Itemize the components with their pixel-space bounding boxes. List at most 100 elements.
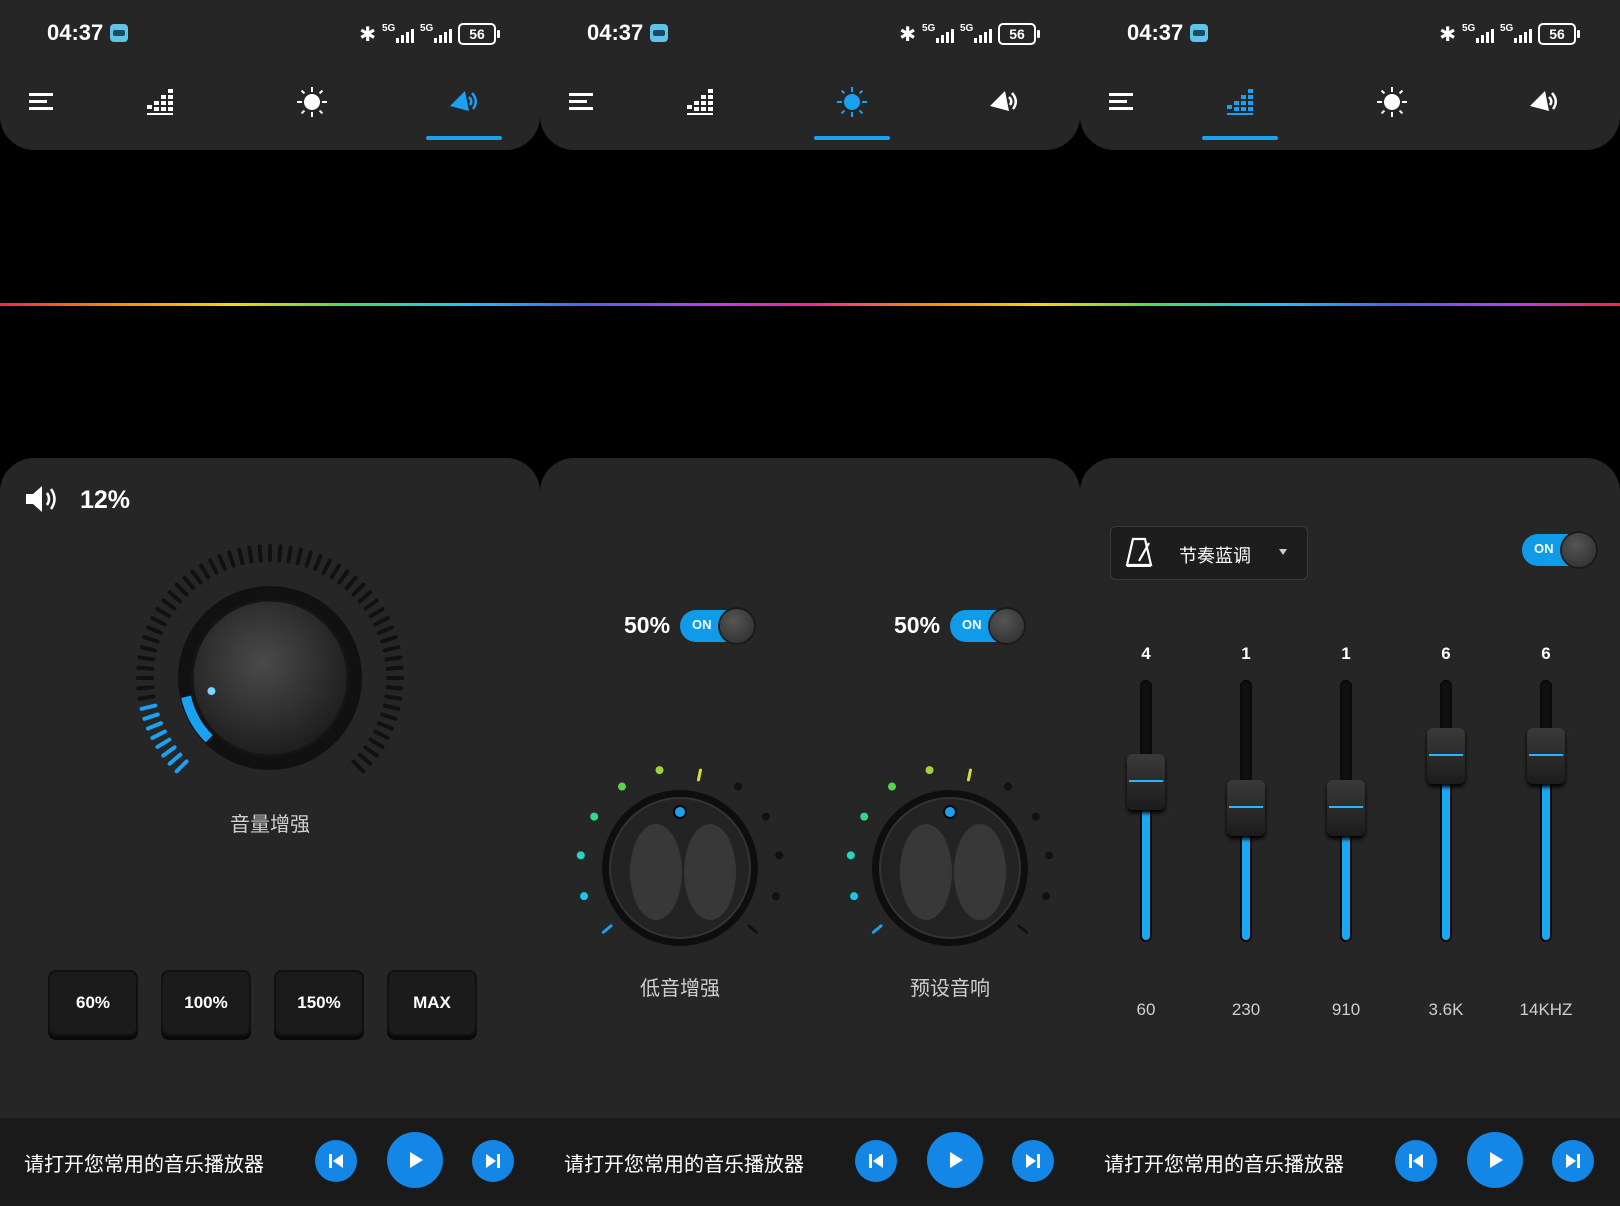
- volume-boost-icon: [990, 91, 1017, 111]
- menu-icon[interactable]: [12, 78, 72, 126]
- signal-icon: 5G: [1462, 23, 1494, 45]
- tab-bass[interactable]: [1362, 78, 1422, 126]
- eq-band-value: 4: [1141, 644, 1151, 663]
- knob-tick: [368, 737, 385, 749]
- knob-scale-mark: [747, 924, 759, 934]
- eq-band-handle[interactable]: [1427, 728, 1465, 784]
- next-button[interactable]: [1012, 1140, 1054, 1182]
- status-indicators: ✱ 5G 5G 56: [359, 22, 500, 46]
- knob-tick: [295, 547, 303, 566]
- knob-tick: [382, 645, 401, 653]
- next-button[interactable]: [1552, 1140, 1594, 1182]
- network-type: 5G: [960, 23, 974, 34]
- bass-knob-label: 低音增强: [640, 976, 720, 1000]
- knob-scale-mark: [887, 782, 896, 791]
- knob-tick: [373, 616, 390, 627]
- app-notification-icon: [650, 24, 668, 42]
- knob-tick: [150, 729, 167, 740]
- knob-scale-mark: [655, 766, 664, 775]
- knob-tick: [146, 721, 163, 731]
- eq-band-frequency: 910: [1331, 1000, 1361, 1019]
- preset-100-button[interactable]: 100%: [161, 970, 251, 1036]
- metronome-icon: [1125, 537, 1153, 567]
- tab-equalizer[interactable]: [1210, 78, 1270, 126]
- knob-tick: [351, 582, 366, 597]
- virtualizer-percent: 50%: [894, 612, 941, 638]
- active-tab-indicator: [1202, 136, 1278, 140]
- tab-equalizer[interactable]: [130, 78, 190, 126]
- signal-icon: 5G: [922, 23, 954, 45]
- knob-tick: [139, 703, 158, 711]
- preset-max-button[interactable]: MAX: [387, 970, 477, 1036]
- bass-knob[interactable]: [560, 748, 800, 968]
- eq-preset-select[interactable]: 节奏蓝调: [1110, 526, 1308, 580]
- knob-tick: [217, 554, 227, 571]
- tab-equalizer[interactable]: [670, 78, 730, 126]
- virtualizer-knob[interactable]: [830, 748, 1070, 968]
- eq-band-slider[interactable]: [1127, 680, 1165, 942]
- eq-band-handle[interactable]: [1127, 754, 1165, 810]
- tab-volume-boost[interactable]: [974, 78, 1034, 126]
- previous-button[interactable]: [1395, 1140, 1437, 1182]
- knob-tick: [377, 625, 394, 635]
- eq-band-handle[interactable]: [1227, 780, 1265, 836]
- previous-button[interactable]: [855, 1140, 897, 1182]
- equalizer-icon: [147, 89, 173, 115]
- play-button[interactable]: [1467, 1132, 1523, 1188]
- knob-tick: [174, 759, 189, 774]
- knob-tick: [363, 745, 379, 758]
- knob-scale-mark: [580, 892, 589, 901]
- knob-tick: [137, 694, 156, 701]
- preset-60-button[interactable]: 60%: [48, 970, 138, 1036]
- knob-tick: [384, 694, 403, 701]
- knob-scale-mark: [1041, 892, 1050, 901]
- menu-icon[interactable]: [552, 78, 612, 126]
- status-time: 04:37: [587, 20, 644, 45]
- bluetooth-icon: ✱: [359, 22, 376, 46]
- knob-scale-mark: [590, 812, 599, 821]
- volume-knob[interactable]: [130, 538, 410, 818]
- play-button[interactable]: [927, 1132, 983, 1188]
- knob-scale-mark: [860, 812, 869, 821]
- bass-icon: [297, 87, 327, 117]
- eq-band-handle[interactable]: [1327, 780, 1365, 836]
- eq-toggle-label: ON: [1534, 541, 1554, 556]
- eq-band-slider[interactable]: [1427, 680, 1465, 942]
- next-button[interactable]: [472, 1140, 514, 1182]
- knob-tick: [257, 544, 263, 563]
- knob-tick: [385, 685, 404, 691]
- knob-tick: [137, 655, 156, 662]
- tab-volume-boost[interactable]: [434, 78, 494, 126]
- eq-band-frequency: 230: [1231, 1000, 1261, 1019]
- previous-button[interactable]: [315, 1140, 357, 1182]
- eq-band-frequency: 60: [1136, 1000, 1156, 1019]
- network-type: 5G: [420, 23, 434, 34]
- bass-toggle[interactable]: ON: [680, 609, 754, 643]
- tab-bass[interactable]: [822, 78, 882, 126]
- eq-band-value: 1: [1341, 644, 1351, 663]
- play-button[interactable]: [387, 1132, 443, 1188]
- knob-scale-mark: [761, 812, 770, 821]
- equalizer-icon: [687, 89, 713, 115]
- boost-presets: 60% 100% 150% MAX: [48, 970, 477, 1036]
- eq-band-slider[interactable]: [1527, 680, 1565, 942]
- eq-band-slider[interactable]: [1227, 680, 1265, 942]
- preset-150-button[interactable]: 150%: [274, 970, 364, 1036]
- eq-band-value: 6: [1541, 644, 1551, 663]
- knob-tick: [155, 737, 172, 749]
- knob-tick: [136, 685, 155, 691]
- visualizer-line: [0, 303, 1620, 306]
- eq-band-handle[interactable]: [1527, 728, 1565, 784]
- player-hint: 请打开您常用的音乐播放器: [1104, 1152, 1344, 1176]
- knob-scale-mark: [1017, 924, 1029, 934]
- tab-volume-boost[interactable]: [1514, 78, 1574, 126]
- status-indicators: ✱ 5G 5G 56: [1439, 22, 1580, 46]
- tab-bass[interactable]: [282, 78, 342, 126]
- play-icon: [950, 1152, 963, 1168]
- knob-tick: [321, 558, 332, 575]
- knob-tick: [357, 752, 373, 766]
- eq-toggle[interactable]: ON: [1522, 533, 1596, 567]
- eq-band-slider[interactable]: [1327, 680, 1365, 942]
- menu-icon[interactable]: [1092, 78, 1152, 126]
- virtualizer-toggle[interactable]: ON: [950, 609, 1024, 643]
